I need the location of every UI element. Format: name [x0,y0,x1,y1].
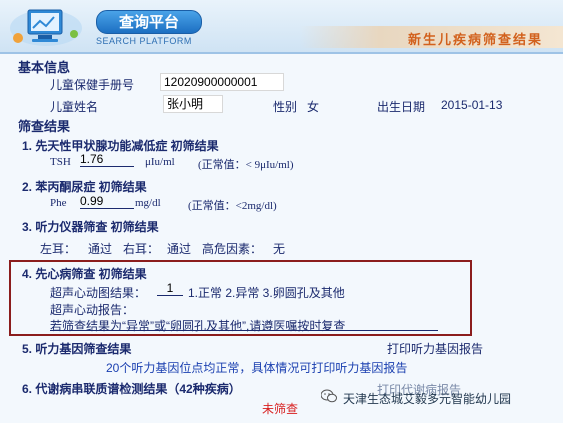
gene-desc: 20个听力基因位点均正常，具体情况可打印听力基因报告 [106,361,408,375]
tsh-value: 1.76 [80,152,134,167]
left-ear-label: 左耳： [40,242,77,256]
wechat-icon [320,389,337,408]
right-ear-value: 通过 [167,242,192,256]
pku-title: 2. 苯丙酮尿症 初筛结果 [22,180,147,194]
echo-value: 1 [157,281,183,296]
metabolic-status: 未筛查 [262,402,299,416]
header-bar: 查询平台 SEARCH PLATFORM 新生儿疾病筛查结果 [0,0,563,54]
risk-label: 高危因素： [202,242,263,256]
result-title-banner: 新生儿疾病筛查结果 [300,26,563,48]
echo-label: 超声心动图结果： [50,286,147,300]
tsh-normal: (正常值：< 9μIu/ml) [198,159,294,171]
risk-value: 无 [273,242,286,256]
phe-code: Phe [50,197,67,209]
platform-title: 查询平台 [96,10,202,34]
heart-title: 4. 先心病筛查 初筛结果 [22,267,147,281]
handbook-value: 12020900000001 [160,73,284,91]
echo-options: 1.正常 2.异常 3.卵圆孔及其他 [188,286,345,300]
computer-logo-icon [8,4,86,48]
gender-value: 女 [307,100,320,114]
birth-value: 2015-01-13 [441,98,503,112]
birth-label: 出生日期 [377,100,426,114]
phe-unit: mg/dl [135,197,161,209]
platform-subtitle: SEARCH PLATFORM [96,36,192,46]
phe-value: 0.99 [80,194,134,209]
heart-note-underline [50,330,438,331]
name-label: 儿童姓名 [50,100,99,114]
metabolic-title: 6. 代谢病串联质谱检测结果（42种疾病） [22,382,241,396]
result-title: 新生儿疾病筛查结果 [407,33,543,48]
left-ear-value: 通过 [88,242,113,256]
basic-info-heading: 基本信息 [18,60,71,75]
gender-label: 性别 [273,100,298,114]
tsh-code: TSH [50,156,71,168]
heart-note: 若筛查结果为“异常”或“卵圆孔及其他”,请遵医嘱按时复查 [50,319,346,333]
print-gene-report-link[interactable]: 打印听力基因报告 [387,340,483,357]
handbook-label: 儿童保健手册号 [50,78,135,92]
watermark-text: 天津生态城艾毅多元智能幼儿园 [343,392,512,406]
right-ear-label: 右耳： [123,242,160,256]
hearing-title: 3. 听力仪器筛查 初筛结果 [22,220,159,234]
gene-title: 5. 听力基因筛查结果 [22,342,132,356]
results-heading: 筛查结果 [18,119,71,134]
echo-report-label: 超声心动报告： [50,303,135,317]
tsh-unit: μIu/ml [145,156,175,168]
phe-normal: (正常值：<2mg/dl) [188,200,277,212]
name-value: 张小明 [163,95,223,113]
